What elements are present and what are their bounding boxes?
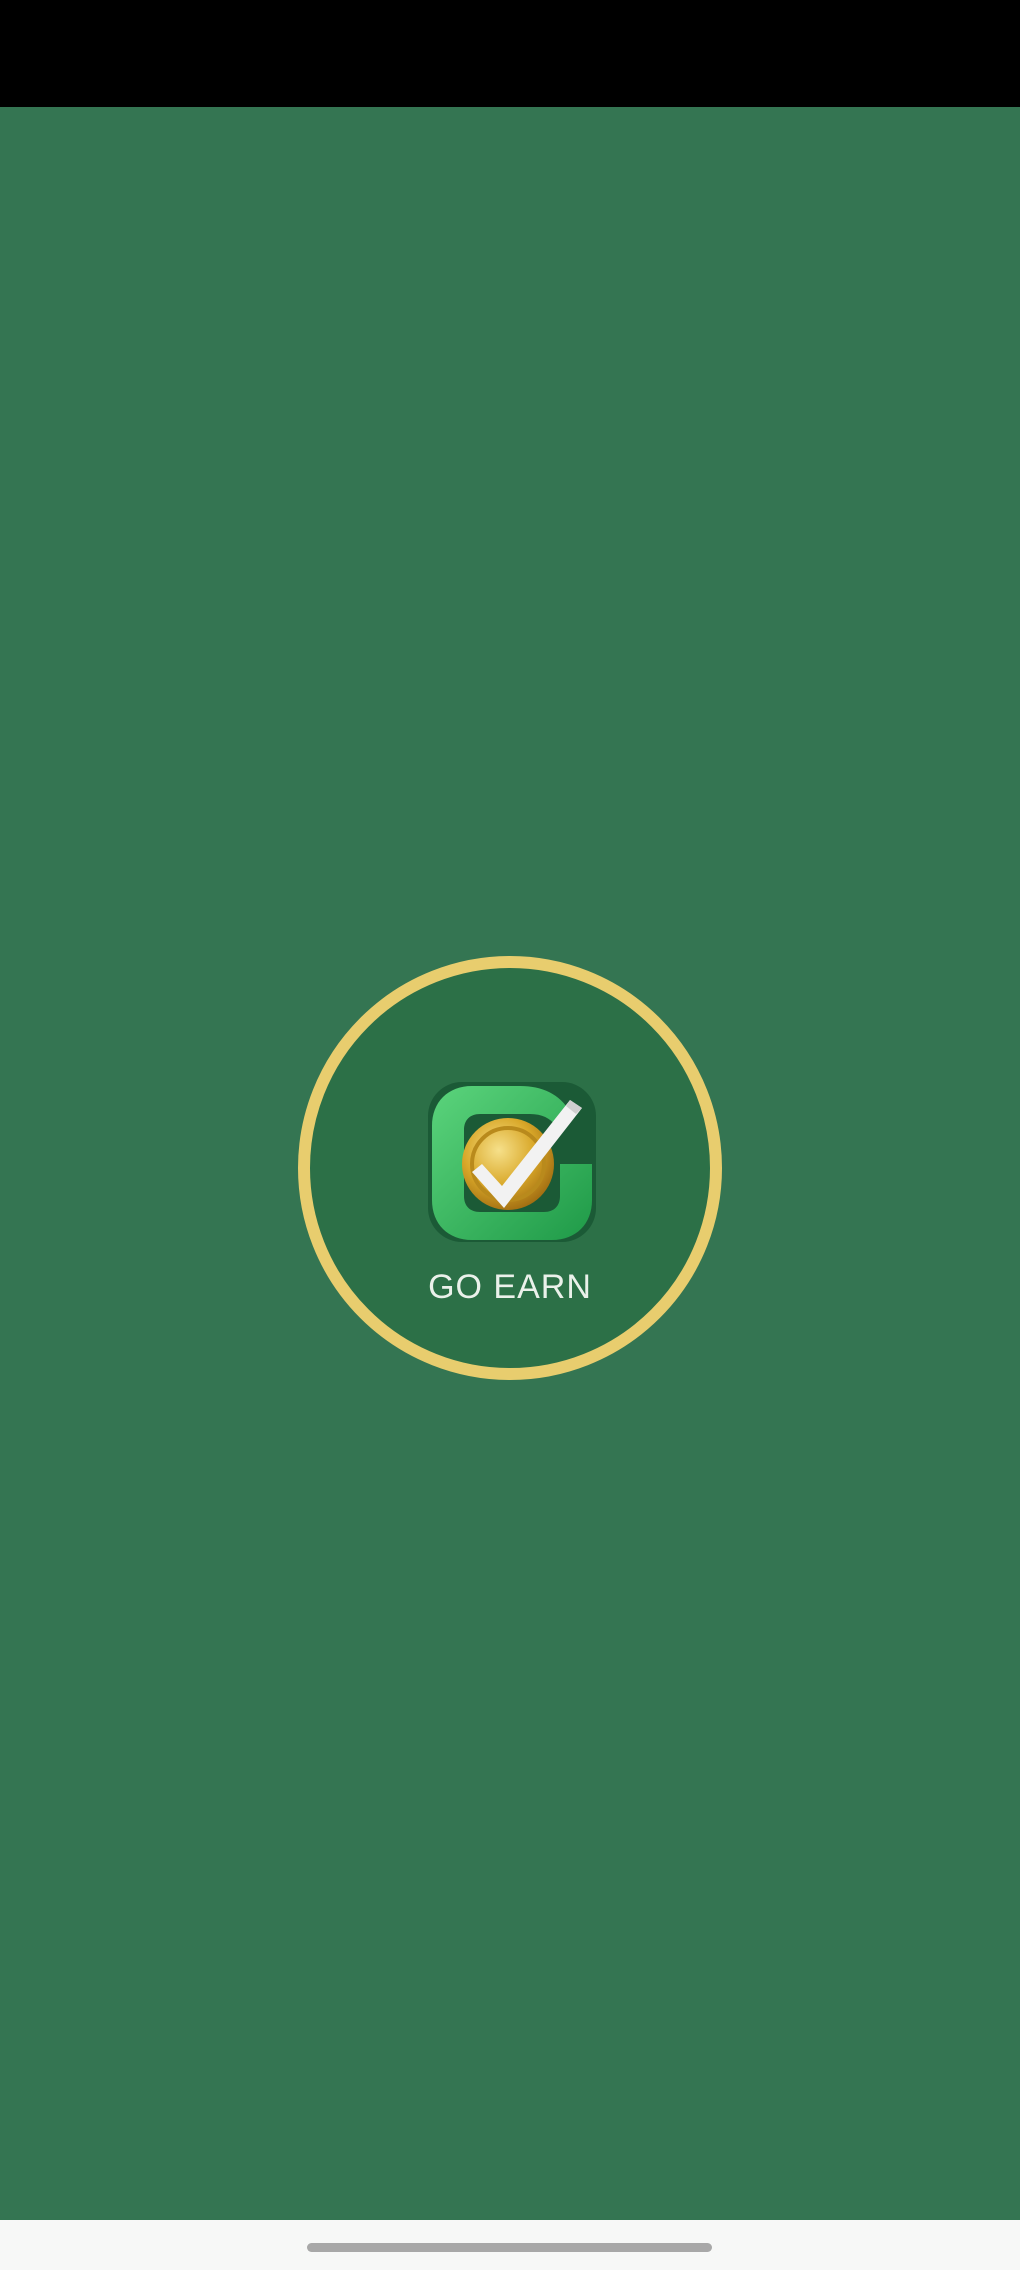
home-indicator[interactable] bbox=[307, 2243, 712, 2252]
status-bar bbox=[0, 0, 1020, 107]
splash-screen: GO EARN bbox=[0, 0, 1020, 2270]
app-name: GO EARN bbox=[428, 1268, 592, 1306]
go-earn-coin-check-icon bbox=[428, 1082, 596, 1242]
